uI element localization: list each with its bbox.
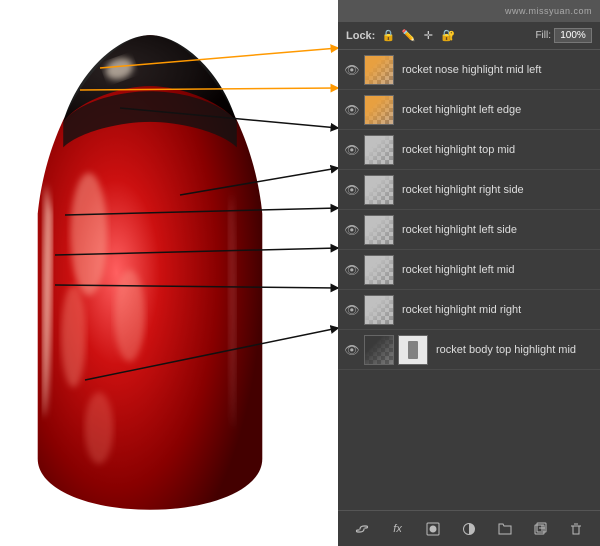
layer-thumbnail	[364, 55, 394, 85]
brush-lock-icon[interactable]: ✏️	[401, 29, 415, 43]
canvas-area	[0, 0, 340, 546]
add-mask-button[interactable]	[422, 518, 444, 540]
layer-name: rocket highlight left edge	[398, 104, 594, 116]
link-layers-button[interactable]	[351, 518, 373, 540]
layer-fx-button[interactable]: fx	[387, 518, 409, 540]
visibility-icon[interactable]: 👁	[344, 222, 360, 238]
layer-thumbnail	[364, 255, 394, 285]
new-layer-button[interactable]	[529, 518, 551, 540]
new-group-button[interactable]	[494, 518, 516, 540]
delete-layer-button[interactable]	[565, 518, 587, 540]
layer-thumbnail	[364, 95, 394, 125]
layer-name: rocket highlight left side	[398, 224, 594, 236]
layer-item[interactable]: 👁 rocket highlight right side	[338, 170, 600, 210]
layer-name: rocket highlight mid right	[398, 304, 594, 316]
rocket-illustration	[20, 30, 280, 520]
lock-icon[interactable]: 🔒	[381, 29, 395, 43]
watermark-bar: www.missyuan.com	[338, 0, 600, 22]
adjustment-layer-button[interactable]	[458, 518, 480, 540]
all-lock-icon[interactable]: 🔐	[441, 29, 455, 43]
watermark-text: www.missyuan.com	[505, 6, 592, 16]
layer-thumbnail	[364, 215, 394, 245]
fill-area: Fill:	[535, 28, 592, 43]
lock-label: Lock:	[346, 30, 375, 42]
layer-thumbnail	[364, 335, 394, 365]
layer-item[interactable]: 👁 rocket highlight top mid	[338, 130, 600, 170]
visibility-icon[interactable]: 👁	[344, 342, 360, 358]
visibility-icon[interactable]: 👁	[344, 142, 360, 158]
layer-name: rocket nose highlight mid left	[398, 64, 594, 76]
layer-item[interactable]: 👁 rocket body top highlight mid	[338, 330, 600, 370]
layer-name: rocket body top highlight mid	[432, 344, 594, 356]
layer-name: rocket highlight top mid	[398, 144, 594, 156]
layer-thumbnail	[364, 295, 394, 325]
layer-thumbnail	[364, 175, 394, 205]
fill-label: Fill:	[535, 30, 551, 41]
move-lock-icon[interactable]: ✛	[421, 29, 435, 43]
fill-input[interactable]	[554, 28, 592, 43]
visibility-icon[interactable]: 👁	[344, 182, 360, 198]
visibility-icon[interactable]: 👁	[344, 302, 360, 318]
layer-item[interactable]: 👁 rocket highlight mid right	[338, 290, 600, 330]
visibility-icon[interactable]: 👁	[344, 62, 360, 78]
layer-item[interactable]: 👁 rocket nose highlight mid left	[338, 50, 600, 90]
layer-name: rocket highlight left mid	[398, 264, 594, 276]
layer-mask-thumbnail	[398, 335, 428, 365]
layers-bottom-toolbar: fx	[338, 510, 600, 546]
layers-panel: www.missyuan.com Lock: 🔒 ✏️ ✛ 🔐 Fill: 👁 …	[338, 0, 600, 546]
layer-item[interactable]: 👁 rocket highlight left mid	[338, 250, 600, 290]
layer-item[interactable]: 👁 rocket highlight left edge	[338, 90, 600, 130]
layer-thumbnail	[364, 135, 394, 165]
layers-list: 👁 rocket nose highlight mid left 👁 rocke…	[338, 50, 600, 510]
visibility-icon[interactable]: 👁	[344, 102, 360, 118]
visibility-icon[interactable]: 👁	[344, 262, 360, 278]
layer-name: rocket highlight right side	[398, 184, 594, 196]
layer-item[interactable]: 👁 rocket highlight left side	[338, 210, 600, 250]
lock-bar: Lock: 🔒 ✏️ ✛ 🔐 Fill:	[338, 22, 600, 50]
